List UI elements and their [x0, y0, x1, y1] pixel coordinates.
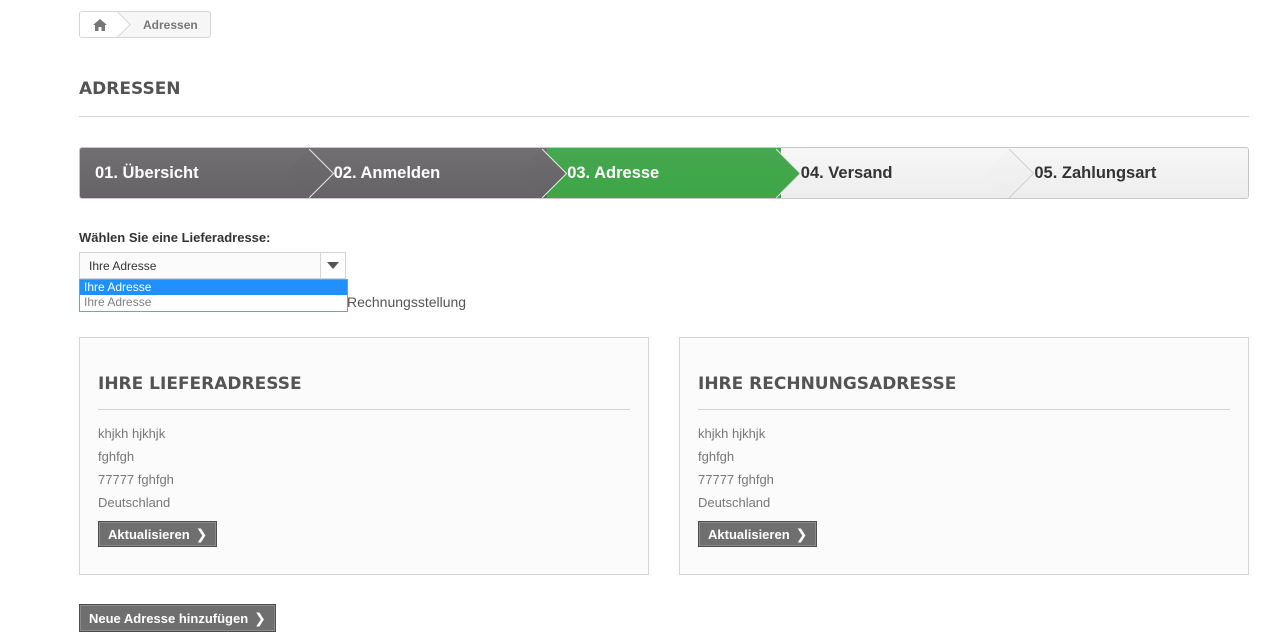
breadcrumb-home[interactable]: [80, 12, 120, 37]
billing-address-box: IHRE RECHNUNGSADRESSE khjkh hjkhjk fghfg…: [679, 337, 1249, 575]
chevron-right-icon: ❯: [254, 609, 266, 626]
dropdown-option[interactable]: Ihre Adresse: [80, 280, 347, 295]
step-label: 04. Versand: [800, 163, 893, 182]
address-line: Deutschland: [98, 495, 171, 510]
divider: [698, 409, 1230, 410]
billing-checkbox-label[interactable]: Rechnungsstellung: [347, 294, 466, 310]
delivery-address-box: IHRE LIEFERADRESSE khjkh hjkhjk fghfgh 7…: [79, 337, 649, 575]
page-title: ADRESSEN: [79, 79, 181, 99]
update-delivery-address-button[interactable]: Aktualisieren ❯: [98, 521, 218, 547]
select-value: Ihre Adresse: [89, 258, 157, 273]
step-label: 02. Anmelden: [333, 163, 441, 182]
button-label: Aktualisieren: [108, 526, 190, 542]
caret-down-icon: [327, 262, 339, 269]
delivery-address-select[interactable]: Ihre Adresse: [79, 252, 346, 279]
button-label: Aktualisieren: [708, 526, 790, 542]
step-label: 03. Adresse: [567, 163, 660, 182]
update-billing-address-button[interactable]: Aktualisieren ❯: [698, 521, 818, 547]
address-line: Deutschland: [698, 495, 771, 510]
billing-address-title: IHRE RECHNUNGSADRESSE: [698, 374, 957, 394]
step-address[interactable]: 03. Adresse: [547, 148, 802, 198]
step-label: 01. Übersicht: [95, 163, 199, 182]
breadcrumb-current: Adressen: [143, 17, 198, 32]
breadcrumb: Adressen: [79, 11, 211, 38]
step-payment: 05. Zahlungsart: [1014, 148, 1248, 198]
address-line: fghfgh: [698, 449, 735, 464]
delivery-select-dropdown: Ihre Adresse Ihre Adresse: [79, 279, 348, 312]
button-label: Neue Adresse hinzufügen: [89, 610, 249, 626]
step-label: 05. Zahlungsart: [1034, 163, 1157, 182]
address-line: khjkh hjkhjk: [698, 426, 766, 441]
address-line: khjkh hjkhjk: [98, 426, 166, 441]
step-overview[interactable]: 01. Übersicht: [80, 148, 334, 198]
dropdown-option[interactable]: Ihre Adresse: [80, 295, 347, 310]
heading-divider: [79, 116, 1249, 117]
step-login[interactable]: 02. Anmelden: [313, 148, 568, 198]
home-icon: [93, 18, 107, 31]
delivery-address-title: IHRE LIEFERADRESSE: [98, 374, 302, 394]
chevron-right-icon: ❯: [195, 525, 208, 542]
checkout-steps: 01. Übersicht 02. Anmelden 03. Adresse 0…: [79, 147, 1249, 199]
chevron-right-icon: ❯: [795, 525, 808, 542]
divider: [98, 409, 630, 410]
address-line: 77777 fghfgh: [698, 472, 774, 487]
address-line: 77777 fghfgh: [98, 472, 174, 487]
add-new-address-button[interactable]: Neue Adresse hinzufügen ❯: [79, 604, 276, 632]
select-dropdown-button[interactable]: [320, 253, 345, 278]
address-line: fghfgh: [98, 449, 135, 464]
delivery-select-label: Wählen Sie eine Lieferadresse:: [79, 230, 271, 245]
step-shipping: 04. Versand: [780, 148, 1035, 198]
